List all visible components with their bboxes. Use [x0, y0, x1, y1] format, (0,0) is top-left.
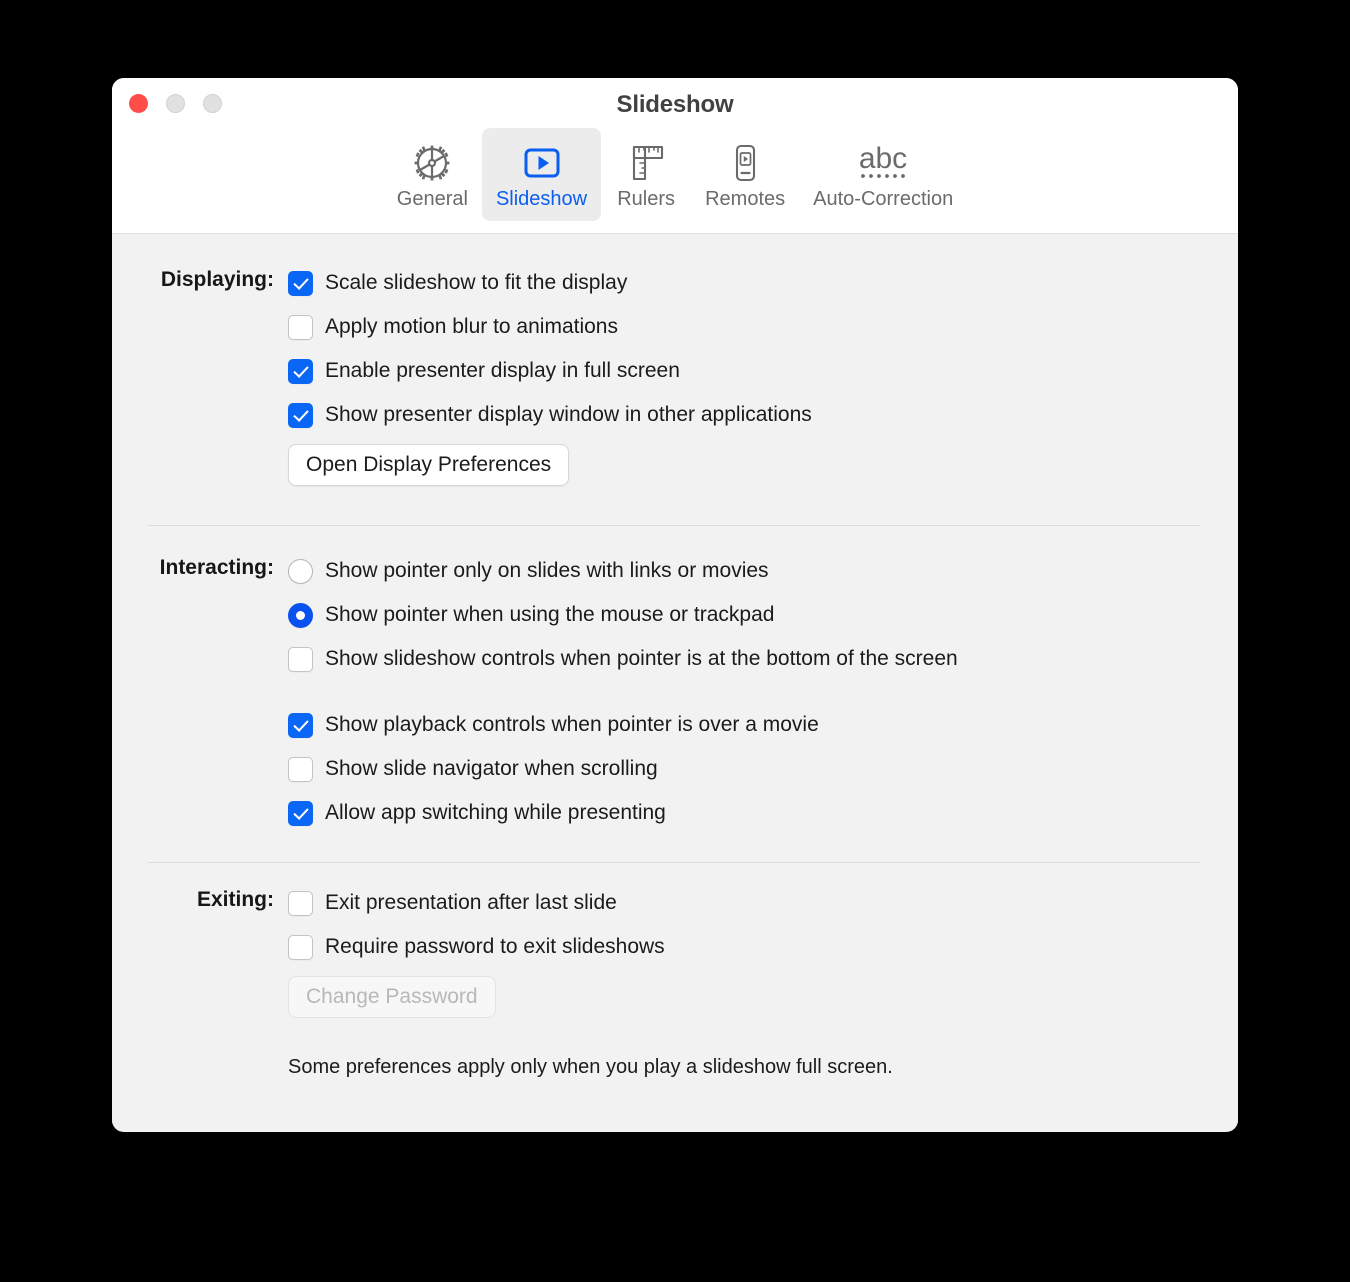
tab-rulers-label: Rulers	[617, 188, 675, 210]
checkbox-motion-blur-label: Apply motion blur to animations	[325, 315, 618, 338]
abc-spellcheck-icon: abc	[851, 140, 915, 186]
checkbox-row-presenter-display[interactable]: Enable presenter display in full screen	[288, 356, 1238, 386]
radio-pointer-mouse-trackpad[interactable]	[288, 602, 313, 628]
open-display-preferences-row: Open Display Preferences	[288, 444, 1238, 486]
svg-text:abc: abc	[859, 142, 907, 175]
preferences-content: Displaying: Scale slideshow to fit the d…	[112, 234, 1238, 1131]
checkbox-scale-slideshow-label: Scale slideshow to fit the display	[325, 271, 628, 294]
checkbox-playback-controls[interactable]	[288, 712, 313, 738]
checkbox-presenter-window-other-apps-label: Show presenter display window in other a…	[325, 403, 812, 426]
open-display-preferences-button[interactable]: Open Display Preferences	[288, 444, 570, 486]
checkbox-app-switching-label: Allow app switching while presenting	[325, 801, 666, 824]
radio-pointer-links-movies[interactable]	[288, 558, 313, 584]
tab-auto-correction-label: Auto-Correction	[813, 188, 954, 210]
section-displaying: Displaying: Scale slideshow to fit the d…	[112, 234, 1238, 486]
tab-rulers[interactable]: Rulers	[601, 128, 691, 221]
window-titlebar: Slideshow General Slideshow Rulers Remot…	[112, 78, 1238, 234]
radio-row-pointer-mouse-trackpad[interactable]: Show pointer when using the mouse or tra…	[288, 600, 1238, 630]
checkbox-exit-after-last-slide[interactable]	[288, 890, 313, 916]
radio-pointer-mouse-trackpad-label: Show pointer when using the mouse or tra…	[325, 603, 775, 626]
ruler-icon	[624, 140, 668, 186]
section-displaying-label: Displaying:	[160, 268, 274, 291]
tab-remotes[interactable]: Remotes	[691, 128, 799, 221]
radio-pointer-links-movies-label: Show pointer only on slides with links o…	[325, 559, 769, 582]
preferences-toolbar: General Slideshow Rulers Remotes abc Aut…	[112, 128, 1238, 221]
tab-general-label: General	[396, 188, 468, 210]
checkbox-playback-controls-label: Show playback controls when pointer is o…	[325, 713, 819, 736]
checkbox-slide-navigator[interactable]	[288, 756, 313, 782]
checkbox-exit-after-last-slide-label: Exit presentation after last slide	[325, 891, 617, 914]
checkbox-require-password[interactable]	[288, 934, 313, 960]
change-password-button[interactable]: Change Password	[288, 976, 496, 1018]
checkbox-slideshow-controls-bottom-label: Show slideshow controls when pointer is …	[325, 647, 958, 670]
section-interacting-label: Interacting:	[159, 556, 274, 579]
checkbox-row-presenter-window-other-apps[interactable]: Show presenter display window in other a…	[288, 400, 1238, 430]
checkbox-row-playback-controls[interactable]: Show playback controls when pointer is o…	[288, 710, 1238, 740]
checkbox-row-slide-navigator[interactable]: Show slide navigator when scrolling	[288, 754, 1238, 784]
checkbox-require-password-label: Require password to exit slideshows	[325, 935, 665, 958]
checkbox-presenter-window-other-apps[interactable]	[288, 402, 313, 428]
preferences-window: Slideshow General Slideshow Rulers Remot…	[112, 78, 1238, 1132]
tab-slideshow[interactable]: Slideshow	[481, 128, 602, 221]
checkbox-slide-navigator-label: Show slide navigator when scrolling	[325, 757, 658, 780]
checkbox-row-require-password[interactable]: Require password to exit slideshows	[288, 932, 1238, 962]
checkbox-slideshow-controls-bottom[interactable]	[288, 646, 313, 672]
tab-general[interactable]: General	[383, 128, 482, 221]
checkbox-row-slideshow-controls-bottom[interactable]: Show slideshow controls when pointer is …	[288, 644, 1238, 674]
checkbox-row-app-switching[interactable]: Allow app switching while presenting	[288, 798, 1238, 828]
footnote-text: Some preferences apply only when you pla…	[288, 1055, 893, 1078]
phone-remote-icon	[723, 140, 767, 186]
tab-remotes-label: Remotes	[705, 188, 786, 210]
checkbox-presenter-display-label: Enable presenter display in full screen	[325, 359, 680, 382]
radio-row-pointer-links-movies[interactable]: Show pointer only on slides with links o…	[288, 556, 1238, 586]
footnote-row: Some preferences apply only when you pla…	[288, 1052, 1238, 1082]
section-exiting: Exiting: Exit presentation after last sl…	[112, 863, 1238, 1082]
gear-icon	[410, 140, 454, 186]
interacting-group-gap	[288, 688, 1238, 710]
change-password-row: Change Password	[288, 976, 1238, 1018]
checkbox-app-switching[interactable]	[288, 800, 313, 826]
checkbox-row-scale-slideshow[interactable]: Scale slideshow to fit the display	[288, 268, 1238, 298]
checkbox-row-motion-blur[interactable]: Apply motion blur to animations	[288, 312, 1238, 342]
checkbox-scale-slideshow[interactable]	[288, 270, 313, 296]
tab-slideshow-label: Slideshow	[495, 188, 588, 210]
tab-auto-correction[interactable]: abc Auto-Correction	[799, 128, 967, 221]
checkbox-motion-blur[interactable]	[288, 314, 313, 340]
play-rectangle-icon	[520, 140, 564, 186]
checkbox-presenter-display[interactable]	[288, 358, 313, 384]
section-exiting-label: Exiting:	[197, 888, 274, 911]
checkbox-row-exit-after-last-slide[interactable]: Exit presentation after last slide	[288, 888, 1238, 918]
window-title: Slideshow	[616, 91, 734, 118]
section-interacting: Interacting: Show pointer only on slides…	[112, 526, 1238, 828]
